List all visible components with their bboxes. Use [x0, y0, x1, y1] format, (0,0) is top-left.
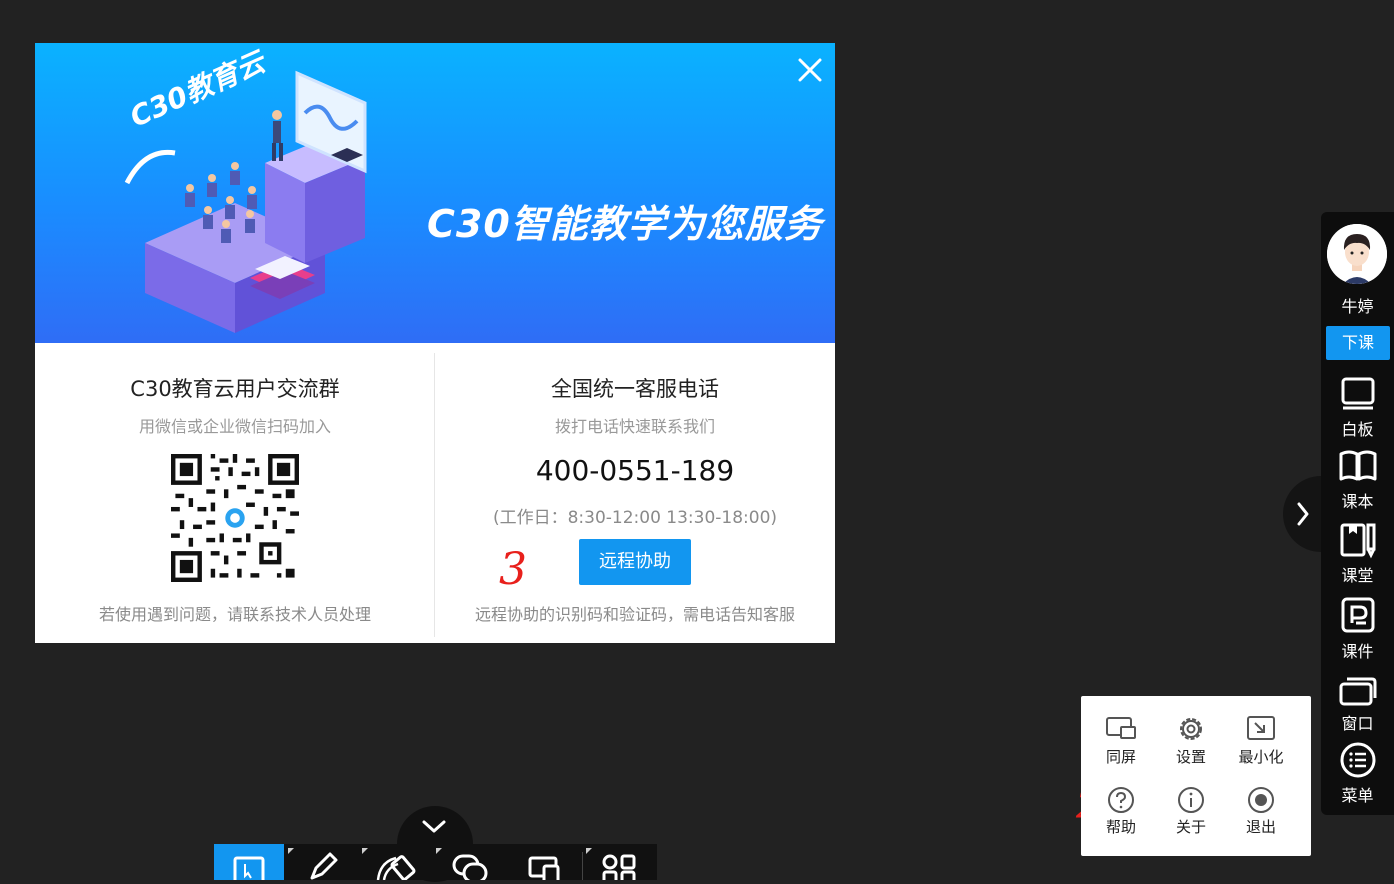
tool-eraser[interactable]: [362, 844, 432, 881]
service-phone-number: 400-0551-189: [535, 454, 735, 487]
service-phone-subtitle: 拨打电话快速联系我们: [554, 417, 715, 436]
screen-share-icon: [1106, 717, 1136, 739]
annotation-mark-3: 3: [497, 538, 537, 596]
courseware-icon: [1341, 597, 1374, 633]
info-icon: [1178, 787, 1204, 813]
menu-item-exit[interactable]: 退出: [1226, 786, 1296, 850]
minimize-icon: [1247, 716, 1275, 740]
tool-apps[interactable]: [586, 844, 656, 884]
chevron-down-icon: [422, 820, 446, 833]
popup-menu: 同屏 设置 最小化 帮助 关于 退出: [1081, 696, 1311, 856]
sidebar-item-label: 课本: [1341, 492, 1374, 511]
sidebar-item-window[interactable]: 窗口: [1321, 672, 1394, 744]
sidebar-item-courseware[interactable]: 课件: [1321, 596, 1394, 668]
menu-item-label: 同屏: [1105, 748, 1136, 766]
sidebar-item-label: 课件: [1341, 642, 1374, 661]
eraser-icon: [362, 848, 416, 881]
menu-item-settings[interactable]: 设置: [1156, 714, 1226, 778]
remote-assist-button[interactable]: 远程协助: [579, 539, 691, 585]
menu-icon: [1340, 742, 1375, 778]
tool-screen[interactable]: [510, 844, 580, 884]
menu-item-help[interactable]: 帮助: [1086, 786, 1156, 850]
close-button[interactable]: [795, 55, 825, 85]
sidebar-item-whiteboard[interactable]: 白板: [1321, 374, 1394, 446]
sidebar-item-label: 菜单: [1341, 786, 1374, 805]
menu-item-screen-share[interactable]: 同屏: [1086, 714, 1156, 778]
whiteboard-icon: [1341, 377, 1374, 410]
menu-item-label: 关于: [1175, 818, 1206, 836]
sidebar-item-classroom[interactable]: 课堂: [1321, 520, 1394, 592]
chat-bubble-icon: [436, 848, 488, 884]
menu-item-label: 帮助: [1105, 818, 1136, 836]
dialog-content: C30教育云用户交流群 用微信或企业微信扫码加入 若使用遇到问题，请联系技术人员…: [35, 343, 835, 643]
right-sidebar: 牛婷 下课 白板 课本 课堂 课件 窗口 菜单: [1321, 212, 1394, 815]
tool-select[interactable]: [214, 844, 284, 884]
remote-assist-note: 远程协助的识别码和验证码，需电话告知客服: [474, 605, 795, 624]
banner-title: C30智能教学为您服务: [427, 202, 823, 246]
menu-item-minimize[interactable]: 最小化: [1226, 714, 1296, 778]
service-phone-title: 全国统一客服电话: [551, 377, 719, 401]
menu-item-about[interactable]: 关于: [1156, 786, 1226, 850]
end-class-button[interactable]: 下课: [1326, 326, 1390, 360]
window-icon: [1339, 677, 1376, 706]
menu-item-label: 退出: [1245, 818, 1276, 836]
apps-grid-icon: [586, 848, 636, 884]
menu-item-label: 最小化: [1238, 748, 1284, 766]
svg-text:3: 3: [499, 544, 527, 592]
bottom-toolbar: [214, 844, 657, 884]
service-hours: (工作日：8:30-12:00 13:30-18:00): [492, 508, 778, 528]
pen-icon: [288, 848, 338, 880]
user-group-section: C30教育云用户交流群 用微信或企业微信扫码加入 若使用遇到问题，请联系技术人员…: [35, 343, 435, 643]
menu-item-label: 设置: [1175, 748, 1206, 766]
user-group-footer: 若使用遇到问题，请联系技术人员处理: [98, 605, 371, 624]
sidebar-item-menu[interactable]: 菜单: [1321, 740, 1394, 812]
cursor-icon: [233, 856, 265, 884]
sidebar-item-label: 课堂: [1341, 566, 1374, 585]
toolbar-separator: [582, 852, 583, 880]
classroom-icon: [1340, 523, 1375, 559]
wechat-qr-code: [171, 454, 299, 582]
help-icon: [1108, 787, 1134, 813]
book-icon: [1339, 450, 1376, 481]
user-name: 牛婷: [1341, 297, 1374, 316]
tool-pen[interactable]: [288, 844, 358, 880]
close-icon: [798, 58, 822, 82]
avatar[interactable]: [1327, 224, 1387, 284]
exit-icon: [1248, 787, 1274, 813]
service-phone-section: 全国统一客服电话 拨打电话快速联系我们 400-0551-189 (工作日：8:…: [435, 343, 835, 643]
help-dialog: C30教育云 C30智能教学为您服务 C30教育云用户交流群 用微信或企业微信扫…: [35, 43, 835, 643]
dialog-banner: C30教育云 C30智能教学为您服务: [35, 43, 835, 343]
tool-comment[interactable]: [436, 844, 506, 884]
user-group-title: C30教育云用户交流群: [130, 377, 340, 401]
gear-icon: [1180, 718, 1202, 740]
sidebar-item-textbook[interactable]: 课本: [1321, 446, 1394, 518]
devices-icon: [528, 856, 560, 884]
user-group-subtitle: 用微信或企业微信扫码加入: [138, 417, 331, 436]
sidebar-item-label: 窗口: [1341, 714, 1374, 733]
sidebar-item-label: 白板: [1341, 420, 1374, 439]
